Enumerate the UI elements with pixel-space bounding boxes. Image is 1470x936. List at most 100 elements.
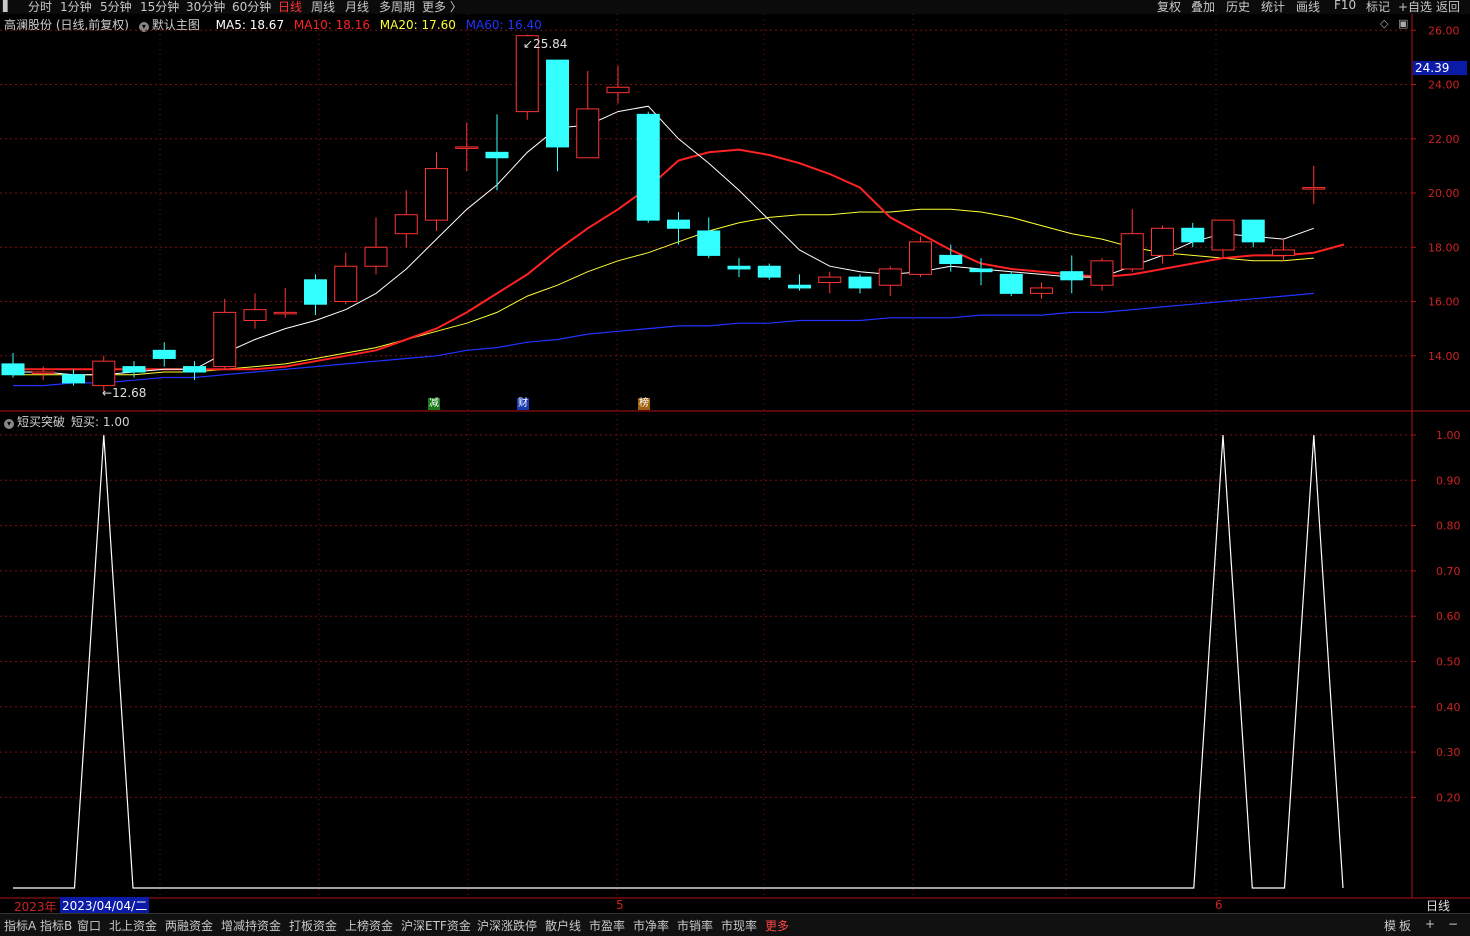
zoom-in-button[interactable]: +: [1425, 917, 1435, 931]
y-tick-label: 24.00: [1428, 79, 1460, 92]
candle-body: [304, 279, 327, 305]
candle: [273, 287, 297, 318]
candle-body: [727, 265, 751, 270]
low-price-label: ←12.68: [102, 386, 147, 400]
candle-body: [788, 284, 811, 289]
template-button[interactable]: 模: [1384, 917, 1396, 934]
candle-body: [697, 230, 721, 256]
candle-body: [818, 276, 842, 284]
indicator-tick-label: 0.30: [1436, 746, 1461, 759]
candle-body: [576, 108, 600, 159]
candle: [1, 353, 25, 378]
candle: [546, 59, 569, 172]
candle-body: [1, 363, 25, 376]
ma10-line: [13, 148, 1345, 371]
tab-northbound[interactable]: 北上资金: [109, 917, 157, 934]
y-tick-label: 20.00: [1428, 187, 1460, 200]
kline-chart[interactable]: 26.00 24.00 22.00 20.00 18.00 16.00 14.00 1.00 0…: [0, 0, 1470, 935]
indicator-info: ▾ 短买突破 短买: 1.00: [4, 413, 130, 430]
candle: [576, 70, 600, 159]
tab-pcf[interactable]: 市现率: [721, 917, 757, 934]
tab-more-indicators[interactable]: 更多: [765, 917, 789, 934]
tab-pe[interactable]: 市盈率: [589, 917, 625, 934]
candle-body: [485, 151, 509, 159]
tab-limit-updown[interactable]: 沪深涨跌停: [477, 917, 537, 934]
candle: [636, 111, 660, 223]
tab-retail-line[interactable]: 散户线: [545, 917, 581, 934]
candle-body: [848, 276, 872, 289]
candle-body: [92, 360, 116, 387]
tab-etf-fund[interactable]: 沪深ETF资金: [401, 917, 471, 934]
candle-body: [606, 86, 630, 94]
candle-body: [243, 309, 267, 321]
candle: [334, 252, 358, 305]
indicator-tick-label: 1.00: [1436, 429, 1461, 442]
y-tick-label: 14.00: [1428, 350, 1460, 363]
candle: [727, 258, 751, 278]
candle-body: [122, 366, 146, 373]
candle: [455, 122, 479, 172]
candle-body: [394, 214, 418, 235]
indicator-tick-label: 0.50: [1436, 656, 1461, 669]
candle-body: [939, 254, 963, 265]
candle: [62, 369, 85, 386]
candle: [425, 152, 448, 231]
candle-body: [1090, 260, 1114, 286]
candle: [1181, 222, 1205, 248]
period-label[interactable]: 日线: [1426, 897, 1450, 914]
candle-body: [1181, 227, 1205, 243]
tab-margin[interactable]: 两融资金: [165, 917, 213, 934]
tab-ps[interactable]: 市销率: [677, 917, 713, 934]
candle-body: [1241, 219, 1265, 243]
candle: [1060, 255, 1084, 294]
indicator-dropdown-icon[interactable]: ▾: [4, 419, 14, 429]
tab-pb[interactable]: 市净率: [633, 917, 669, 934]
crosshair-date-label: 2023/04/04/二: [60, 897, 150, 914]
candle: [878, 266, 902, 297]
candle-body: [455, 146, 479, 149]
candle-body: [62, 374, 85, 384]
candle: [213, 298, 237, 370]
candle: [243, 293, 267, 329]
candle: [848, 274, 872, 294]
y-tick-label: 16.00: [1428, 296, 1460, 309]
current-price-tag: 24.39: [1413, 61, 1467, 75]
candle-body: [273, 311, 297, 315]
candle-body: [425, 168, 448, 221]
candle: [1272, 239, 1295, 261]
indicator-name[interactable]: 短买突破: [17, 415, 65, 429]
indicator-tick-label: 0.40: [1436, 701, 1461, 714]
high-price-label: ↙25.84: [523, 37, 568, 51]
indicator-tick-label: 0.80: [1436, 520, 1461, 533]
candle-body: [999, 273, 1023, 294]
tab-holdings-change[interactable]: 增减持资金: [221, 917, 281, 934]
tab-list-fund[interactable]: 上榜资金: [345, 917, 393, 934]
tab-window[interactable]: 窗口: [77, 917, 101, 934]
event-marker-reduce[interactable]: 减: [428, 398, 440, 410]
month-label-6: 6: [1215, 898, 1223, 912]
board-button[interactable]: 板: [1399, 917, 1411, 934]
candle: [1030, 282, 1053, 299]
tab-indicator-b[interactable]: 指标B: [40, 917, 72, 934]
event-marker-finance[interactable]: 财: [517, 398, 529, 410]
candle: [818, 271, 842, 294]
event-marker-list[interactable]: 榜: [638, 398, 650, 410]
zoom-out-button[interactable]: −: [1448, 917, 1458, 931]
candle-body: [969, 268, 993, 273]
candle: [909, 236, 932, 278]
candle: [788, 274, 811, 291]
candle-body: [636, 113, 660, 221]
arrow-icon: ↙: [523, 37, 534, 51]
tab-indicator-a[interactable]: 指标A: [4, 917, 36, 934]
indicator-tick-label: 0.90: [1436, 474, 1461, 487]
indicator-value: 短买: 1.00: [71, 415, 130, 429]
candle-body: [1120, 233, 1144, 270]
arrow-icon: ←: [102, 386, 113, 400]
y-tick-label: 26.00: [1428, 24, 1460, 37]
candle-body: [1060, 271, 1084, 281]
tab-board-fund[interactable]: 打板资金: [289, 917, 337, 934]
candle: [1241, 219, 1265, 248]
candle: [1211, 219, 1235, 259]
ma5-line: [13, 105, 1314, 376]
candle-body: [1151, 227, 1174, 256]
